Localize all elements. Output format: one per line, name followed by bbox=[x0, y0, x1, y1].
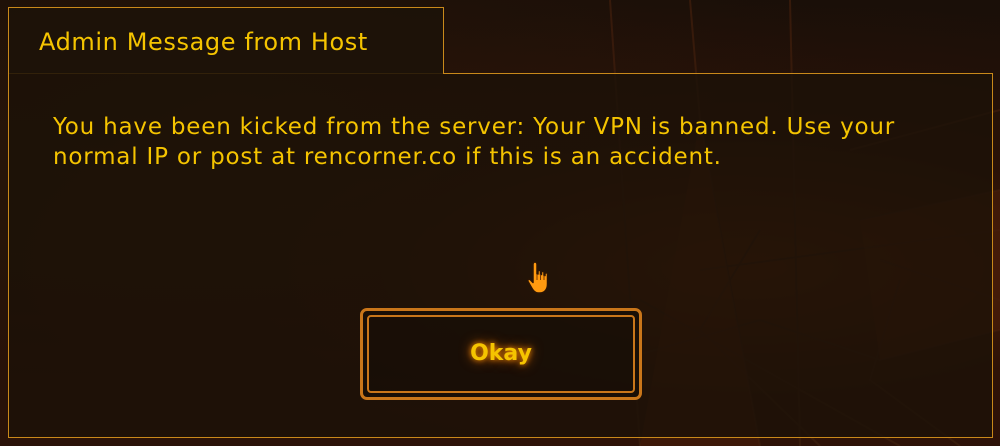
tab-panel-join bbox=[9, 72, 443, 74]
dialog-title-tab: Admin Message from Host bbox=[8, 7, 444, 73]
dialog-title: Admin Message from Host bbox=[39, 28, 368, 56]
game-background: Admin Message from Host You have been ki… bbox=[0, 0, 1000, 446]
okay-button-label: Okay bbox=[470, 341, 532, 366]
kick-message: You have been kicked from the server: Yo… bbox=[53, 114, 895, 170]
hand-pointer-icon bbox=[527, 261, 549, 294]
okay-button[interactable]: Okay bbox=[360, 308, 642, 400]
admin-message-dialog: You have been kicked from the server: Yo… bbox=[8, 73, 993, 438]
